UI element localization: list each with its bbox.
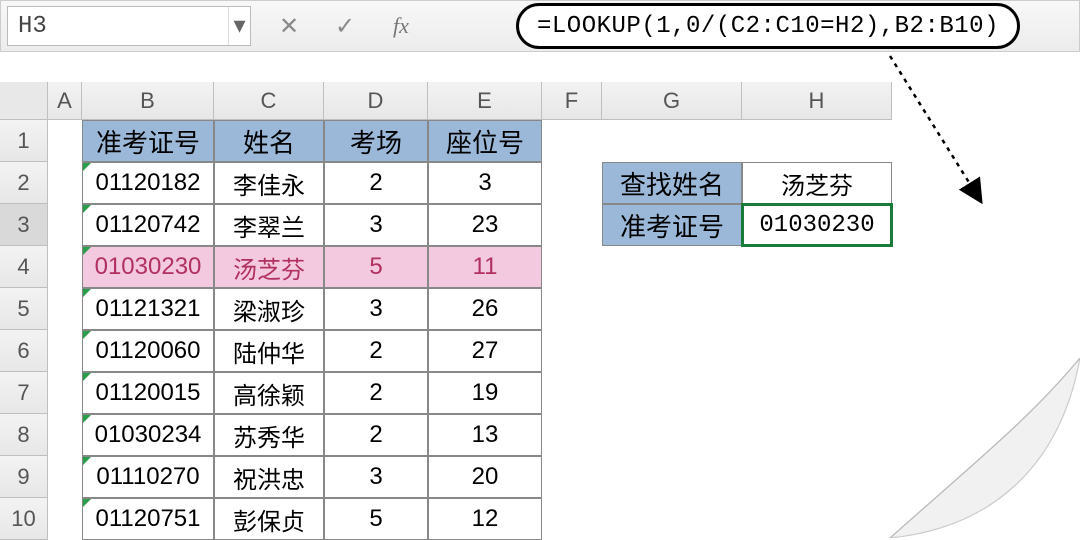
row-header-10[interactable]: 10 [0, 498, 48, 540]
cell-C8[interactable]: 苏秀华 [214, 414, 324, 456]
cell-E2[interactable]: 3 [428, 162, 542, 204]
row-headers: 12345678910 [0, 120, 48, 540]
column-header-C[interactable]: C [214, 82, 324, 120]
lookup-id-label[interactable]: 准考证号 [602, 204, 742, 246]
cell-A10[interactable] [48, 498, 82, 540]
column-header-H[interactable]: H [742, 82, 892, 120]
cell-B3[interactable]: 01120742 [82, 204, 214, 246]
cell-F8[interactable] [542, 414, 602, 456]
cell-B5[interactable]: 01121321 [82, 288, 214, 330]
column-header-D[interactable]: D [324, 82, 428, 120]
cell-E8[interactable]: 13 [428, 414, 542, 456]
cell-A1[interactable] [48, 120, 82, 162]
cell-C9[interactable]: 祝洪忠 [214, 456, 324, 498]
row-header-7[interactable]: 7 [0, 372, 48, 414]
select-all-corner[interactable] [0, 82, 48, 120]
cell-E7[interactable]: 19 [428, 372, 542, 414]
fx-label: fx [393, 13, 409, 38]
cell-A8[interactable] [48, 414, 82, 456]
lookup-name-value[interactable]: 汤芝芬 [742, 162, 892, 204]
cell-F9[interactable] [542, 456, 602, 498]
row-header-5[interactable]: 5 [0, 288, 48, 330]
cell-C10[interactable]: 彭保贞 [214, 498, 324, 540]
header-C[interactable]: 姓名 [214, 120, 324, 162]
cell-D6[interactable]: 2 [324, 330, 428, 372]
cell-B7[interactable]: 01120015 [82, 372, 214, 414]
cell-B6[interactable]: 01120060 [82, 330, 214, 372]
header-E[interactable]: 座位号 [428, 120, 542, 162]
formula-bar: H3 ▾ ✕ ✓ fx =LOOKUP(1,0/(C2:C10=H2),B2:B… [0, 0, 1080, 52]
cell-A2[interactable] [48, 162, 82, 204]
cell-F10[interactable] [542, 498, 602, 540]
name-box[interactable]: H3 ▾ [7, 6, 251, 46]
cell-D3[interactable]: 3 [324, 204, 428, 246]
cell-B2[interactable]: 01120182 [82, 162, 214, 204]
row-header-3[interactable]: 3 [0, 204, 48, 246]
formula-input[interactable]: =LOOKUP(1,0/(C2:C10=H2),B2:B10) [516, 3, 1020, 49]
cell-B4[interactable]: 01030230 [82, 246, 214, 288]
chevron-down-icon: ▾ [233, 11, 245, 41]
close-icon: ✕ [279, 13, 299, 40]
cancel-formula-button[interactable]: ✕ [275, 12, 303, 41]
row-header-9[interactable]: 9 [0, 456, 48, 498]
cell-E4[interactable]: 11 [428, 246, 542, 288]
cell-A3[interactable] [48, 204, 82, 246]
column-header-F[interactable]: F [542, 82, 602, 120]
cell-A7[interactable] [48, 372, 82, 414]
cell-C5[interactable]: 梁淑珍 [214, 288, 324, 330]
cell-F2[interactable] [542, 162, 602, 204]
row-header-8[interactable]: 8 [0, 414, 48, 456]
column-header-A[interactable]: A [48, 82, 82, 120]
cell-A4[interactable] [48, 246, 82, 288]
cell-C2[interactable]: 李佳永 [214, 162, 324, 204]
header-D[interactable]: 考场 [324, 120, 428, 162]
cell-E6[interactable]: 27 [428, 330, 542, 372]
cell-F6[interactable] [542, 330, 602, 372]
cell-D8[interactable]: 2 [324, 414, 428, 456]
page-curl-decoration [860, 358, 1080, 538]
insert-function-button[interactable]: fx [387, 13, 415, 39]
cell-E9[interactable]: 20 [428, 456, 542, 498]
column-header-B[interactable]: B [82, 82, 214, 120]
name-box-dropdown[interactable]: ▾ [228, 7, 250, 45]
cell-A5[interactable] [48, 288, 82, 330]
lookup-name-label[interactable]: 查找姓名 [602, 162, 742, 204]
column-header-E[interactable]: E [428, 82, 542, 120]
cell-D9[interactable]: 3 [324, 456, 428, 498]
cell-A6[interactable] [48, 330, 82, 372]
cell-D7[interactable]: 2 [324, 372, 428, 414]
cell-A9[interactable] [48, 456, 82, 498]
cell-D4[interactable]: 5 [324, 246, 428, 288]
cell-C4[interactable]: 汤芝芬 [214, 246, 324, 288]
cell-E5[interactable]: 26 [428, 288, 542, 330]
column-header-G[interactable]: G [602, 82, 742, 120]
row-header-2[interactable]: 2 [0, 162, 48, 204]
cell-F7[interactable] [542, 372, 602, 414]
formula-text: =LOOKUP(1,0/(C2:C10=H2),B2:B10) [537, 13, 999, 40]
row-header-1[interactable]: 1 [0, 120, 48, 162]
cell-F4[interactable] [542, 246, 602, 288]
name-box-value: H3 [18, 13, 47, 40]
cell-C7[interactable]: 高徐颖 [214, 372, 324, 414]
row-header-6[interactable]: 6 [0, 330, 48, 372]
cell-D5[interactable]: 3 [324, 288, 428, 330]
callout-arrow [880, 52, 1000, 212]
cell-B9[interactable]: 01110270 [82, 456, 214, 498]
cell-B8[interactable]: 01030234 [82, 414, 214, 456]
cell-D2[interactable]: 2 [324, 162, 428, 204]
check-icon: ✓ [335, 13, 355, 40]
cell-H3[interactable]: 01030230 [742, 204, 892, 246]
cell-F5[interactable] [542, 288, 602, 330]
cell-E3[interactable]: 23 [428, 204, 542, 246]
cell-C6[interactable]: 陆仲华 [214, 330, 324, 372]
accept-formula-button[interactable]: ✓ [331, 12, 359, 41]
header-B[interactable]: 准考证号 [82, 120, 214, 162]
cell-E10[interactable]: 12 [428, 498, 542, 540]
cell-F3[interactable] [542, 204, 602, 246]
cell-C3[interactable]: 李翠兰 [214, 204, 324, 246]
cell-D10[interactable]: 5 [324, 498, 428, 540]
cell-B10[interactable]: 01120751 [82, 498, 214, 540]
column-headers: ABCDEFGH [48, 82, 892, 120]
row-header-4[interactable]: 4 [0, 246, 48, 288]
